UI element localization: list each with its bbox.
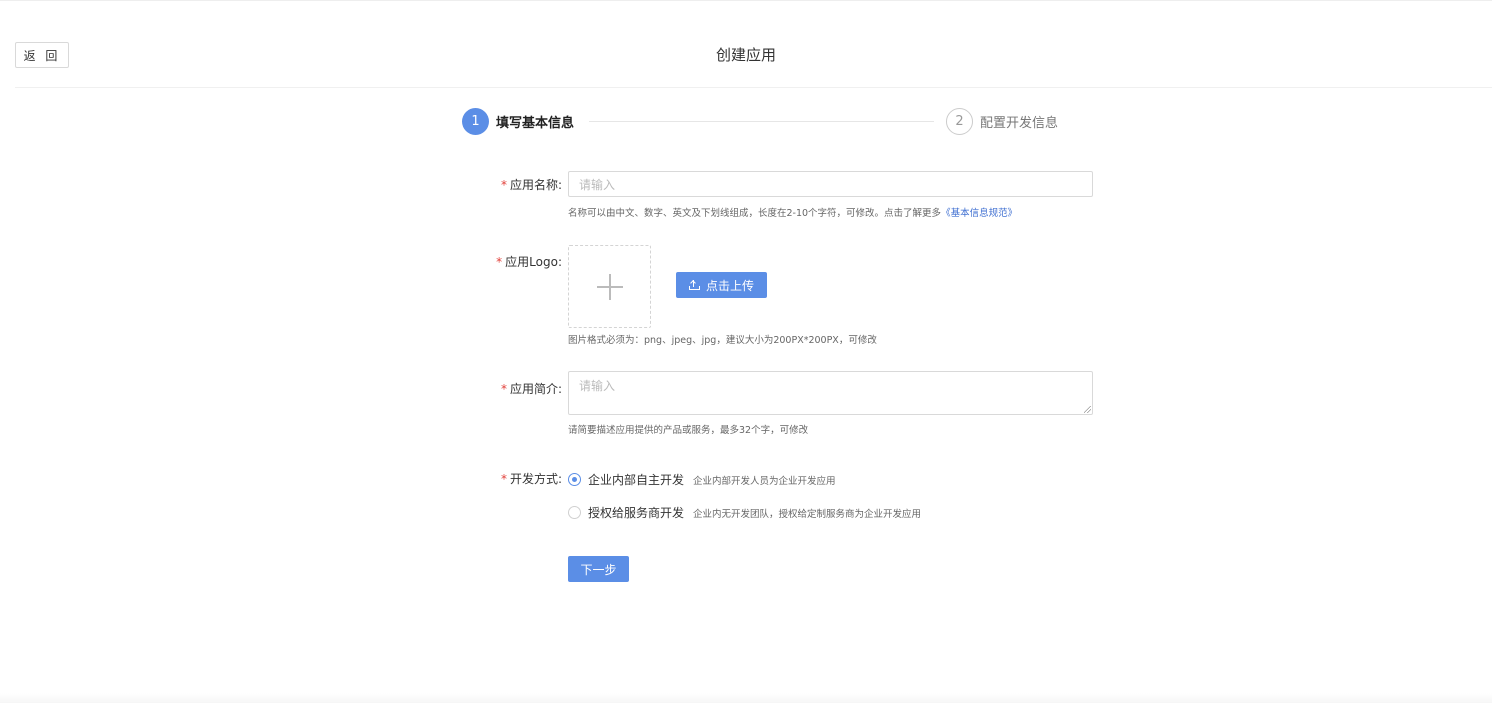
- radio-label: 企业内部自主开发: [588, 473, 685, 487]
- upload-icon: [688, 279, 700, 290]
- required-mark: *: [496, 255, 503, 269]
- dev-mode-option-provider[interactable]: 授权给服务商开发 企业内无开发团队，授权给定制服务商为企业开发应用: [568, 504, 921, 521]
- radio-description: 企业内无开发团队，授权给定制服务商为企业开发应用: [693, 508, 922, 520]
- step-number: 2: [946, 108, 973, 135]
- textarea-placeholder: 请输入: [579, 379, 616, 393]
- resize-handle[interactable]: [1084, 406, 1091, 413]
- step-number: 1: [462, 108, 489, 135]
- app-intro-textarea[interactable]: 请输入: [568, 371, 1093, 415]
- plus-icon: [596, 273, 623, 300]
- required-mark: *: [500, 178, 507, 192]
- required-mark: *: [500, 382, 507, 396]
- radio-checked[interactable]: [568, 473, 581, 486]
- required-mark: *: [500, 472, 507, 486]
- logo-upload-area[interactable]: [568, 245, 651, 328]
- step-label: 配置开发信息: [980, 116, 1059, 131]
- dev-mode-option-internal[interactable]: 企业内部自主开发 企业内部开发人员为企业开发应用: [568, 471, 836, 488]
- page-title: 创建应用: [715, 46, 776, 64]
- app-name-input[interactable]: 请输入: [568, 171, 1093, 197]
- app-name-hint: 名称可以由中文、数字、英文及下划线组成，长度在2-10个字符，可修改。点击了解更…: [568, 208, 1018, 219]
- step-indicator: 1 填写基本信息 2 配置开发信息: [462, 108, 1062, 135]
- upload-button[interactable]: 点击上传: [676, 272, 767, 298]
- radio-label: 授权给服务商开发: [588, 506, 685, 520]
- app-intro-label: * 应用简介:: [500, 382, 562, 396]
- app-logo-label: * 应用Logo:: [496, 255, 562, 269]
- dev-mode-label: * 开发方式:: [500, 472, 562, 486]
- create-app-page: 返 回 创建应用 1 填写基本信息 2 配置开发信息 * 应用名称: 请输入 名称…: [0, 0, 1492, 703]
- next-step-button[interactable]: 下一步: [568, 556, 629, 582]
- radio-description: 企业内部开发人员为企业开发应用: [693, 475, 836, 487]
- app-name-label: * 应用名称:: [500, 178, 562, 192]
- app-logo-hint: 图片格式必须为：png、jpeg、jpg，建议大小为200PX*200PX，可修…: [568, 335, 877, 346]
- step-connector: [589, 121, 934, 122]
- bottom-shadow: [0, 693, 1492, 703]
- input-placeholder: 请输入: [579, 177, 616, 192]
- step-dev-info: 2 配置开发信息: [946, 108, 1058, 135]
- radio-unchecked[interactable]: [568, 506, 581, 519]
- basic-info-spec-link[interactable]: 《基本信息规范》: [941, 208, 1017, 219]
- step-basic-info: 1 填写基本信息: [462, 108, 574, 135]
- app-intro-hint: 请简要描述应用提供的产品或服务，最多32个字，可修改: [568, 425, 809, 436]
- header-divider: [15, 87, 1492, 88]
- step-label: 填写基本信息: [496, 116, 575, 131]
